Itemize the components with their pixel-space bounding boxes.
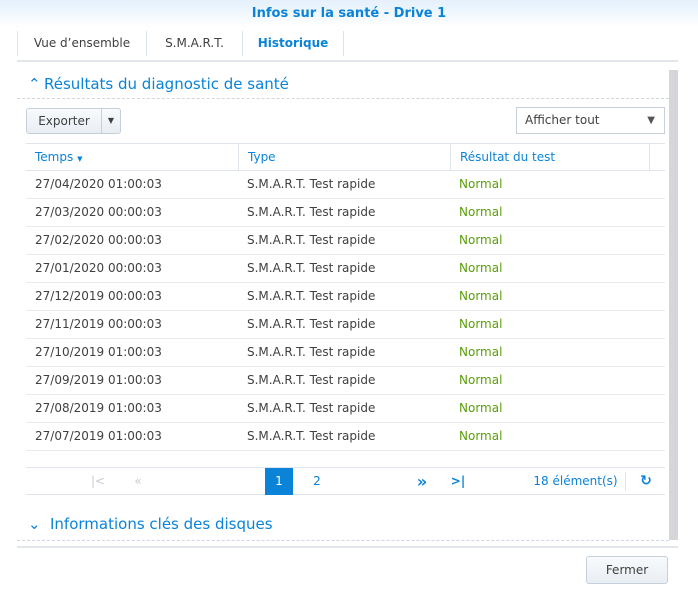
chevron-down-icon: ⌄ (28, 515, 41, 533)
dropdown-arrow-icon: ▼ (647, 115, 655, 126)
cell-time: 27/11/2019 00:00:03 (35, 317, 162, 331)
item-count: 18 élément(s) (526, 472, 626, 491)
pagination: |< « 1 2 » >| 18 élément(s) ↻ (26, 467, 665, 495)
table-row[interactable]: 27/07/2019 01:00:03 S.M.A.R.T. Test rapid… (26, 423, 665, 451)
next-page-icon[interactable]: » (410, 468, 434, 495)
filter-select[interactable]: Afficher tout ▼ (516, 107, 665, 134)
cell-time: 27/07/2019 01:00:03 (35, 429, 162, 443)
section-health-results[interactable]: ⌃ Résultats du diagnostic de santé (28, 75, 289, 93)
cell-result: Normal (459, 345, 503, 359)
window-title: Infos sur la santé - Drive 1 (0, 0, 698, 28)
table-row[interactable]: 27/03/2020 00:00:03 S.M.A.R.T. Test rapid… (26, 199, 665, 227)
close-button[interactable]: Fermer (586, 556, 668, 584)
table-row[interactable]: 27/01/2020 00:00:03 S.M.A.R.T. Test rapid… (26, 255, 665, 283)
cell-result: Normal (459, 429, 503, 443)
export-dropdown-icon[interactable]: ▼ (101, 108, 121, 134)
cell-time: 27/10/2019 01:00:03 (35, 345, 162, 359)
cell-result: Normal (459, 261, 503, 275)
tab-divider (17, 60, 678, 62)
cell-result: Normal (459, 177, 503, 191)
table-row[interactable]: 27/11/2019 00:00:03 S.M.A.R.T. Test rapid… (26, 311, 665, 339)
cell-type: S.M.A.R.T. Test rapide (247, 317, 376, 331)
cell-type: S.M.A.R.T. Test rapide (247, 177, 376, 191)
cell-type: S.M.A.R.T. Test rapide (247, 261, 376, 275)
table-row[interactable]: 27/12/2019 00:00:03 S.M.A.R.T. Test rapid… (26, 283, 665, 311)
cell-type: S.M.A.R.T. Test rapide (247, 429, 376, 443)
tab-overview[interactable]: Vue d’ensemble (17, 31, 146, 56)
cell-result: Normal (459, 205, 503, 219)
cell-time: 27/01/2020 00:00:03 (35, 261, 162, 275)
refresh-icon[interactable]: ↻ (634, 468, 658, 495)
table-header: Temps ▼ Type Résultat du test (26, 143, 665, 171)
cell-type: S.M.A.R.T. Test rapide (247, 373, 376, 387)
cell-time: 27/04/2020 01:00:03 (35, 177, 162, 191)
cell-type: S.M.A.R.T. Test rapide (247, 205, 376, 219)
first-page-icon[interactable]: |< (88, 468, 108, 495)
prev-page-icon[interactable]: « (126, 468, 150, 495)
cell-result: Normal (459, 401, 503, 415)
cell-type: S.M.A.R.T. Test rapide (247, 401, 376, 415)
chevron-up-icon: ⌃ (28, 75, 41, 93)
col-time[interactable]: Temps ▼ (26, 144, 238, 170)
cell-result: Normal (459, 317, 503, 331)
page-1[interactable]: 1 (265, 468, 293, 495)
table-row[interactable]: 27/10/2019 01:00:03 S.M.A.R.T. Test rapid… (26, 339, 665, 367)
cell-time: 27/03/2020 00:00:03 (35, 205, 162, 219)
last-page-icon[interactable]: >| (448, 468, 468, 495)
table-row[interactable]: 27/09/2019 01:00:03 S.M.A.R.T. Test rapid… (26, 367, 665, 395)
cell-type: S.M.A.R.T. Test rapide (247, 345, 376, 359)
col-result[interactable]: Résultat du test (450, 144, 650, 170)
divider (17, 540, 669, 541)
cell-time: 27/09/2019 01:00:03 (35, 373, 162, 387)
table-row[interactable]: 27/08/2019 01:00:03 S.M.A.R.T. Test rapid… (26, 395, 665, 423)
cell-time: 27/02/2020 00:00:03 (35, 233, 162, 247)
footer-divider (17, 546, 678, 548)
table-row[interactable]: 27/02/2020 00:00:03 S.M.A.R.T. Test rapid… (26, 227, 665, 255)
divider (17, 98, 669, 99)
col-type[interactable]: Type (238, 144, 450, 170)
cell-result: Normal (459, 373, 503, 387)
sort-down-icon: ▼ (77, 155, 83, 163)
cell-type: S.M.A.R.T. Test rapide (247, 233, 376, 247)
page-2[interactable]: 2 (303, 468, 331, 495)
cell-type: S.M.A.R.T. Test rapide (247, 289, 376, 303)
table-row[interactable]: 27/04/2020 01:00:03 S.M.A.R.T. Test rapid… (26, 171, 665, 199)
export-button[interactable]: Exporter (26, 108, 102, 134)
cell-result: Normal (459, 233, 503, 247)
tab-smart[interactable]: S.M.A.R.T. (146, 31, 242, 56)
tab-history[interactable]: Historique (242, 31, 344, 56)
scrollbar[interactable] (669, 70, 678, 540)
cell-time: 27/12/2019 00:00:03 (35, 289, 162, 303)
section-disk-info[interactable]: ⌄ Informations clés des disques (28, 515, 273, 533)
cell-result: Normal (459, 289, 503, 303)
cell-time: 27/08/2019 01:00:03 (35, 401, 162, 415)
